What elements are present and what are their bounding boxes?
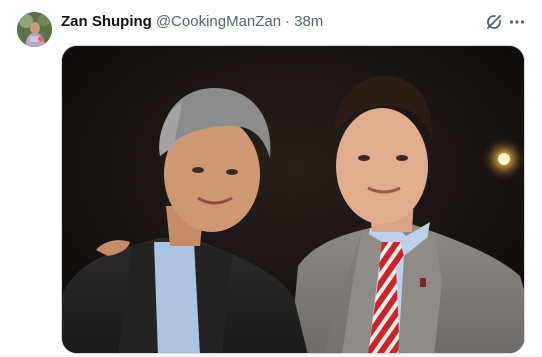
more-options-icon[interactable] bbox=[507, 12, 527, 32]
author-avatar[interactable] bbox=[17, 12, 52, 47]
author-display-name[interactable]: Zan Shuping bbox=[61, 12, 152, 32]
tweet-timestamp[interactable]: 38m bbox=[294, 12, 323, 32]
tweet-photo[interactable] bbox=[61, 45, 525, 354]
separator-dot: · bbox=[285, 13, 291, 30]
grok-icon[interactable] bbox=[484, 12, 504, 32]
tweet-divider bbox=[0, 355, 542, 356]
tweet-header: Zan Shuping @CookingManZan · 38m bbox=[61, 12, 323, 32]
photo-image bbox=[62, 46, 524, 353]
tweet[interactable]: Zan Shuping @CookingManZan · 38m bbox=[0, 0, 542, 357]
avatar-image bbox=[17, 12, 52, 47]
author-handle[interactable]: @CookingManZan bbox=[156, 12, 281, 32]
